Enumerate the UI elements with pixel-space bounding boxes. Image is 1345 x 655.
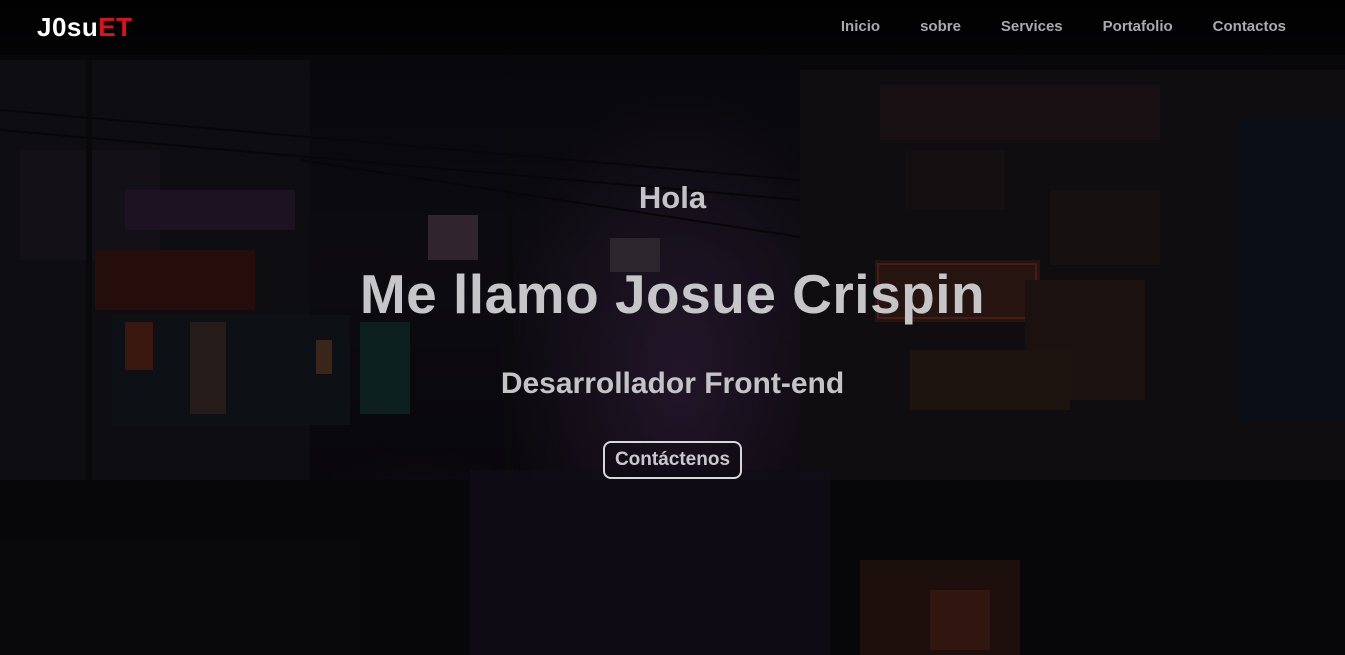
nav-link-sobre[interactable]: sobre: [920, 17, 961, 37]
hero-greeting: Hola: [638, 180, 707, 215]
site-logo[interactable]: J0suET: [37, 12, 133, 42]
nav-link-inicio[interactable]: Inicio: [841, 17, 880, 37]
hero-section: J0suET Inicio sobre Services Portafolio …: [0, 0, 1345, 655]
logo-text-red: ET: [98, 12, 133, 42]
logo-text-white: J0su: [37, 12, 99, 42]
nav-link-portafolio[interactable]: Portafolio: [1103, 17, 1173, 37]
nav-link-services[interactable]: Services: [1001, 17, 1063, 37]
dark-overlay: [0, 0, 1345, 655]
nav-link-contactos[interactable]: Contactos: [1213, 17, 1286, 37]
top-navbar: J0suET Inicio sobre Services Portafolio …: [0, 0, 1345, 55]
hero-name-heading: Me llamo Josue Crispin: [359, 263, 986, 325]
cta-container: Contáctenos: [0, 441, 1345, 479]
contact-button[interactable]: Contáctenos: [602, 441, 743, 479]
main-nav: Inicio sobre Services Portafolio Contact…: [841, 17, 1286, 37]
hero-role-subtitle: Desarrollador Front-end: [500, 367, 845, 400]
